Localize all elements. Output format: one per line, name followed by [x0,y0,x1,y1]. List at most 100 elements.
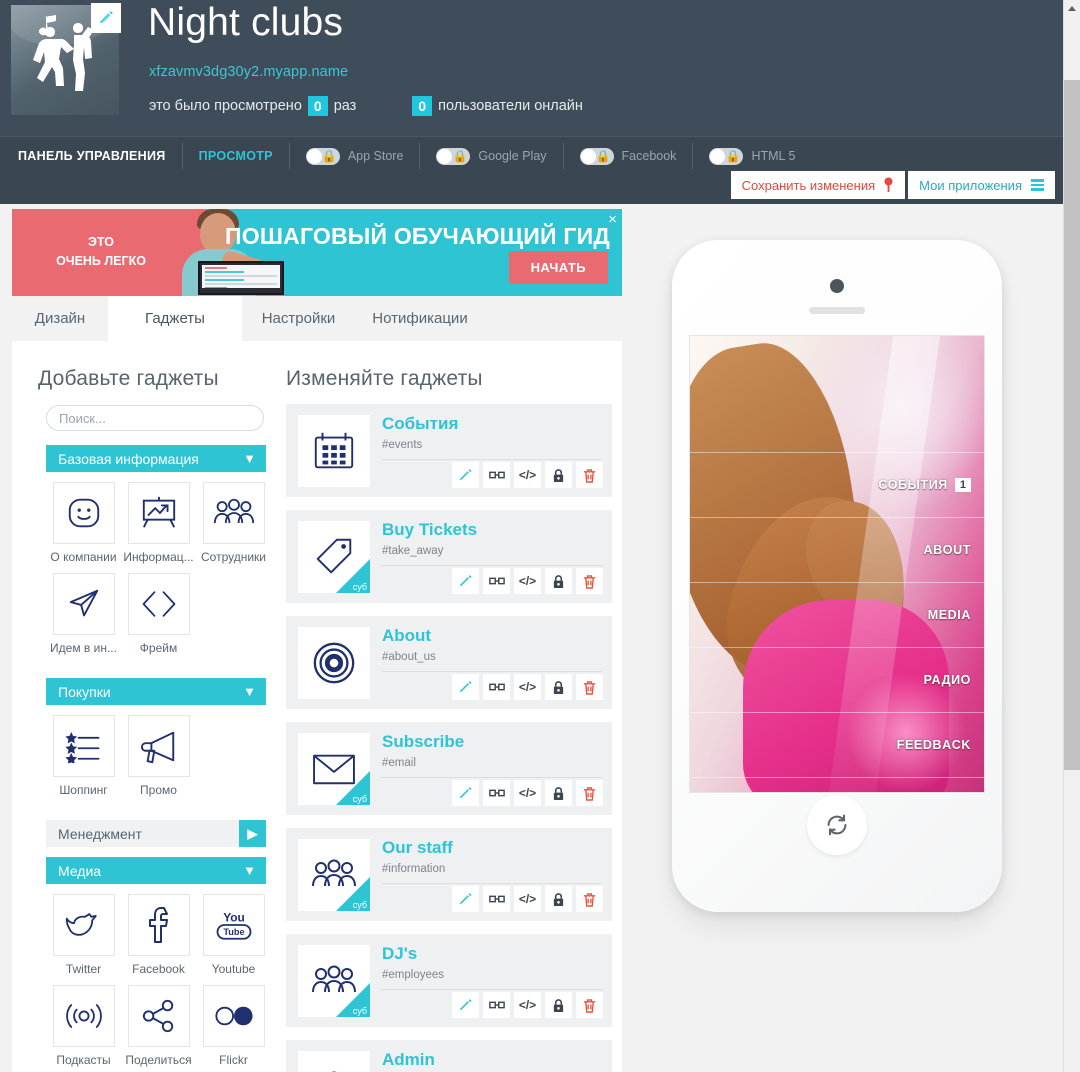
toggle-googleplay[interactable]: 🔒 [436,147,471,165]
delete-action[interactable] [576,780,603,806]
gadget-employees[interactable]: Сотрудники [196,482,269,564]
widget-card-events[interactable]: События #events </> [286,404,612,497]
app-url-link[interactable]: xfzavmv3dg30y2.myapp.name [149,64,348,80]
delete-action[interactable] [576,886,603,912]
category-header-shopping[interactable]: Покупки ▼ [46,678,266,705]
library-title: Добавьте гаджеты [38,367,219,390]
search-input[interactable]: Поиск... [46,405,264,431]
widget-card-buy-tickets[interactable]: суб Buy Tickets #take_away </> [286,510,612,603]
link-action[interactable] [483,886,510,912]
gadget-frame[interactable]: Фрейм [121,573,196,655]
nav-store-html5[interactable]: 🔒 HTML 5 [693,137,811,175]
toggle-facebook[interactable]: 🔒 [579,147,614,165]
widget-card-our-staff[interactable]: суб Our staff #information </> [286,828,612,921]
app-icon-container[interactable] [11,3,121,115]
gadget-label: Промо [140,783,177,797]
nav-store-googleplay[interactable]: 🔒 Google Play [420,137,562,175]
divider [382,777,602,778]
gadget-label: Идем в ин... [50,641,117,655]
scrollbar-thumb[interactable] [1064,80,1080,770]
scroll-up-button[interactable] [1064,0,1080,17]
code-action[interactable]: </> [514,992,541,1018]
banner-start-button[interactable]: НАЧАТЬ [508,251,608,284]
delete-action[interactable] [576,674,603,700]
gadget-facebook[interactable]: Facebook [121,894,196,976]
lock-action[interactable] [545,568,572,594]
edit-action[interactable] [452,568,479,594]
link-action[interactable] [483,568,510,594]
nav-store-facebook[interactable]: 🔒 Facebook [564,137,693,175]
edit-action[interactable] [452,780,479,806]
tab-gadgets[interactable]: Гаджеты [108,296,242,341]
phone-screen[interactable]: СОБЫТИЯ 1 ABOUT MEDIA РАДИО FEEDBACK ПРО… [689,335,985,793]
widget-card-about[interactable]: About #about_us </> [286,616,612,709]
widget-title: События [382,414,459,433]
tab-settings[interactable]: Настройки [242,296,355,341]
link-action[interactable] [483,780,510,806]
lock-action[interactable] [545,674,572,700]
category-label: Базовая информация [58,450,199,467]
gadget-label: Информац... [123,550,194,564]
phone-menu-item-media[interactable]: MEDIA [690,582,984,647]
page-scrollbar[interactable] [1063,0,1080,1072]
toggle-appstore[interactable]: 🔒 [305,147,340,165]
widget-card-subscribe[interactable]: суб Subscribe #email </> [286,722,612,815]
gadget-information[interactable]: Информац... [121,482,196,564]
close-icon[interactable]: × [608,212,617,227]
nav-dashboard[interactable]: ПАНЕЛЬ УПРАВЛЕНИЯ [0,137,182,175]
gadget-go-to-internet[interactable]: Идем в ин... [46,573,121,655]
gadget-label: Подкасты [56,1053,111,1067]
code-action[interactable]: </> [514,780,541,806]
edit-action[interactable] [452,462,479,488]
code-action[interactable]: </> [514,674,541,700]
nav-store-appstore[interactable]: 🔒 App Store [290,137,420,175]
refresh-preview-button[interactable] [807,795,867,855]
tutorial-banner[interactable]: ЭТО ОЧЕНЬ ЛЕГКО ПОШАГОВЫЙ ОБУЧАЮЩИЙ ГИД … [12,209,622,296]
lock-action[interactable] [545,886,572,912]
category-header-media[interactable]: Медиа ▼ [46,857,266,884]
tab-design[interactable]: Дизайн [12,296,108,341]
code-action[interactable]: </> [514,568,541,594]
gadget-about-company[interactable]: О компании [46,482,121,564]
gadget-flickr[interactable]: Flickr [196,985,269,1067]
tab-notifications[interactable]: Нотификации [355,296,485,341]
category-header-basic-info[interactable]: Базовая информация ▼ [46,445,266,472]
nav-preview[interactable]: ПРОСМОТР [183,137,289,175]
divider [382,459,602,460]
lock-action[interactable] [545,780,572,806]
link-action[interactable] [483,992,510,1018]
link-action[interactable] [483,674,510,700]
phone-menu-item-about[interactable]: ABOUT [690,517,984,582]
widget-tag: #events [382,439,423,451]
gadget-share[interactable]: Поделиться [121,985,196,1067]
link-action[interactable] [483,462,510,488]
lock-action[interactable] [545,992,572,1018]
code-action[interactable]: </> [514,462,541,488]
category-header-management[interactable]: Менеджмент ▶ [46,820,266,847]
gadget-promo[interactable]: Промо [121,715,196,797]
target-rings-icon [298,627,370,699]
gadget-shopping[interactable]: Шоппинг [46,715,121,797]
widget-card-djs[interactable]: суб DJ's #employees </> [286,934,612,1027]
divider [382,565,602,566]
widget-card-admin[interactable]: Admin #employees [286,1040,612,1072]
edit-action[interactable] [452,992,479,1018]
delete-action[interactable] [576,462,603,488]
phone-menu-item-promo-1[interactable]: ПРОМО [690,777,984,792]
save-changes-button[interactable]: Сохранить изменения [730,171,906,199]
code-action[interactable]: </> [514,886,541,912]
edit-action[interactable] [452,886,479,912]
delete-action[interactable] [576,992,603,1018]
lock-action[interactable] [545,462,572,488]
gadget-twitter[interactable]: Twitter [46,894,121,976]
toggle-html5[interactable]: 🔒 [709,147,744,165]
my-apps-button[interactable]: Мои приложения [908,171,1055,199]
edit-action[interactable] [452,674,479,700]
phone-menu-item-radio[interactable]: РАДИО [690,647,984,712]
edit-app-icon-button[interactable] [91,3,121,33]
gadget-podcasts[interactable]: Подкасты [46,985,121,1067]
delete-action[interactable] [576,568,603,594]
phone-menu-item-events[interactable]: СОБЫТИЯ 1 [690,452,984,517]
gadget-youtube[interactable]: You Tube Youtube [196,894,269,976]
phone-menu-item-feedback[interactable]: FEEDBACK [690,712,984,777]
